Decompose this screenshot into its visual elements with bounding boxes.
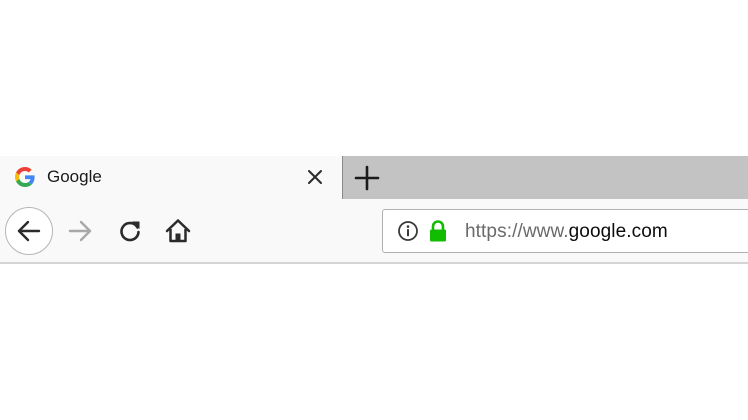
back-button[interactable] bbox=[5, 207, 53, 255]
reload-icon bbox=[117, 218, 143, 244]
url-subdomain: www. bbox=[522, 221, 569, 242]
url-scheme: https:// bbox=[465, 221, 523, 242]
back-arrow-icon bbox=[15, 217, 43, 245]
close-icon[interactable] bbox=[303, 165, 327, 189]
info-icon[interactable] bbox=[397, 220, 419, 242]
lock-icon[interactable] bbox=[428, 219, 448, 243]
forward-button[interactable] bbox=[65, 216, 95, 246]
google-favicon-icon bbox=[15, 167, 35, 187]
tab-google[interactable]: Google bbox=[0, 156, 342, 199]
forward-arrow-icon bbox=[66, 217, 94, 245]
new-tab-plus-icon[interactable] bbox=[350, 161, 384, 195]
reload-button[interactable] bbox=[115, 216, 145, 246]
url-text[interactable]: https://www.google.com bbox=[465, 221, 668, 243]
navigation-toolbar: https://www.google.com bbox=[0, 199, 748, 264]
url-host: google.com bbox=[568, 221, 668, 242]
tab-strip: Google bbox=[0, 156, 748, 199]
address-bar[interactable]: https://www.google.com bbox=[382, 209, 748, 253]
browser-window: Google https://www.google.com bbox=[0, 0, 748, 420]
home-button[interactable] bbox=[163, 216, 193, 246]
tab-title: Google bbox=[47, 167, 102, 186]
tab-strip-background bbox=[342, 156, 748, 199]
home-icon bbox=[164, 217, 192, 245]
